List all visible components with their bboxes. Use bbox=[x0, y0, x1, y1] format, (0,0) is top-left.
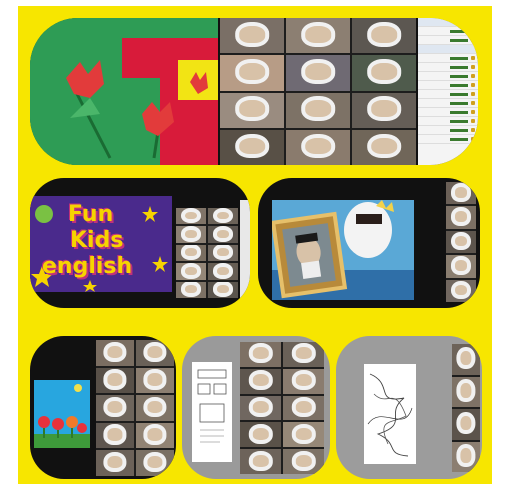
participant-video bbox=[240, 422, 281, 448]
participant-video bbox=[446, 206, 476, 229]
participant-video bbox=[136, 367, 174, 394]
participant-video bbox=[283, 422, 324, 448]
participant-video bbox=[208, 226, 238, 243]
participant-video-grid bbox=[240, 342, 324, 474]
participant-video bbox=[208, 208, 238, 225]
participant-video bbox=[283, 449, 324, 474]
title-fun: Fun bbox=[68, 202, 114, 227]
participant-video bbox=[208, 244, 238, 262]
participant-video bbox=[286, 129, 350, 165]
participant-list-sidebar[interactable] bbox=[418, 18, 478, 165]
video-class-panel-flower-garden bbox=[30, 336, 176, 479]
participant-video bbox=[452, 441, 480, 472]
participant-video-grid bbox=[176, 208, 238, 298]
participant-video bbox=[352, 92, 416, 128]
participant-video bbox=[220, 129, 284, 165]
participant-video bbox=[176, 226, 206, 243]
participant-video bbox=[446, 255, 476, 278]
participant-video-grid bbox=[96, 340, 174, 476]
participant-video bbox=[240, 342, 281, 367]
participant-video bbox=[240, 395, 281, 421]
participant-video bbox=[136, 450, 174, 476]
participant-video bbox=[208, 281, 238, 298]
shared-screen-fun-kids-english: Fun Kids english bbox=[30, 196, 172, 292]
participant-video bbox=[446, 230, 476, 254]
participant-video bbox=[452, 409, 480, 440]
video-class-panel-fun-kids-english: Fun Kids english bbox=[30, 178, 250, 308]
shared-screen-animated-scene bbox=[272, 200, 414, 300]
participant-video bbox=[352, 18, 416, 54]
participant-video bbox=[96, 367, 134, 394]
participant-list-sidebar[interactable] bbox=[240, 200, 250, 300]
participant-video bbox=[286, 92, 350, 128]
participant-video bbox=[208, 263, 238, 280]
tulip-craft-illustration bbox=[30, 18, 218, 165]
participant-video bbox=[286, 55, 350, 91]
participant-video bbox=[446, 279, 476, 302]
participant-video bbox=[96, 450, 134, 476]
participant-video bbox=[446, 182, 476, 205]
video-class-panel-portrait-scene bbox=[258, 178, 480, 308]
participant-video bbox=[283, 368, 324, 394]
participant-video bbox=[286, 18, 350, 54]
participant-video bbox=[283, 342, 324, 367]
collage-background: Fun Kids english bbox=[18, 6, 492, 484]
participant-video bbox=[452, 344, 480, 375]
flower-garden-illustration bbox=[34, 380, 90, 448]
video-class-panel-scribble bbox=[336, 336, 482, 479]
participant-video bbox=[136, 395, 174, 421]
participant-video bbox=[96, 422, 134, 449]
worksheet-page bbox=[192, 362, 232, 462]
participant-video-grid bbox=[452, 344, 480, 472]
participant-video bbox=[136, 422, 174, 449]
participant-video bbox=[176, 263, 206, 280]
participant-video bbox=[240, 368, 281, 394]
participant-video bbox=[352, 129, 416, 165]
participant-video-grid bbox=[446, 182, 476, 302]
participant-video bbox=[96, 395, 134, 421]
participant-video bbox=[220, 92, 284, 128]
shared-screen-worksheet bbox=[192, 362, 232, 462]
title-kids: Kids bbox=[70, 228, 124, 253]
shared-screen-tulip-craft bbox=[30, 18, 218, 165]
shared-screen-flower-garden bbox=[34, 380, 90, 448]
participant-video bbox=[176, 208, 206, 225]
shared-screen-scribble bbox=[364, 364, 416, 464]
title-english: english bbox=[42, 254, 133, 279]
participant-video bbox=[240, 449, 281, 474]
participant-video bbox=[283, 395, 324, 421]
participant-video bbox=[176, 281, 206, 298]
participant-video-grid bbox=[220, 18, 416, 165]
participant-video bbox=[96, 340, 134, 366]
participant-video bbox=[176, 244, 206, 262]
participant-video bbox=[220, 18, 284, 54]
video-class-panel-tulip bbox=[30, 18, 478, 165]
participant-video bbox=[452, 376, 480, 407]
participant-video bbox=[352, 55, 416, 91]
participant-video bbox=[136, 340, 174, 366]
animated-scene-illustration bbox=[272, 200, 414, 300]
video-class-panel-worksheet bbox=[182, 336, 330, 479]
participant-video bbox=[220, 55, 284, 91]
scribble-drawing bbox=[364, 364, 416, 464]
